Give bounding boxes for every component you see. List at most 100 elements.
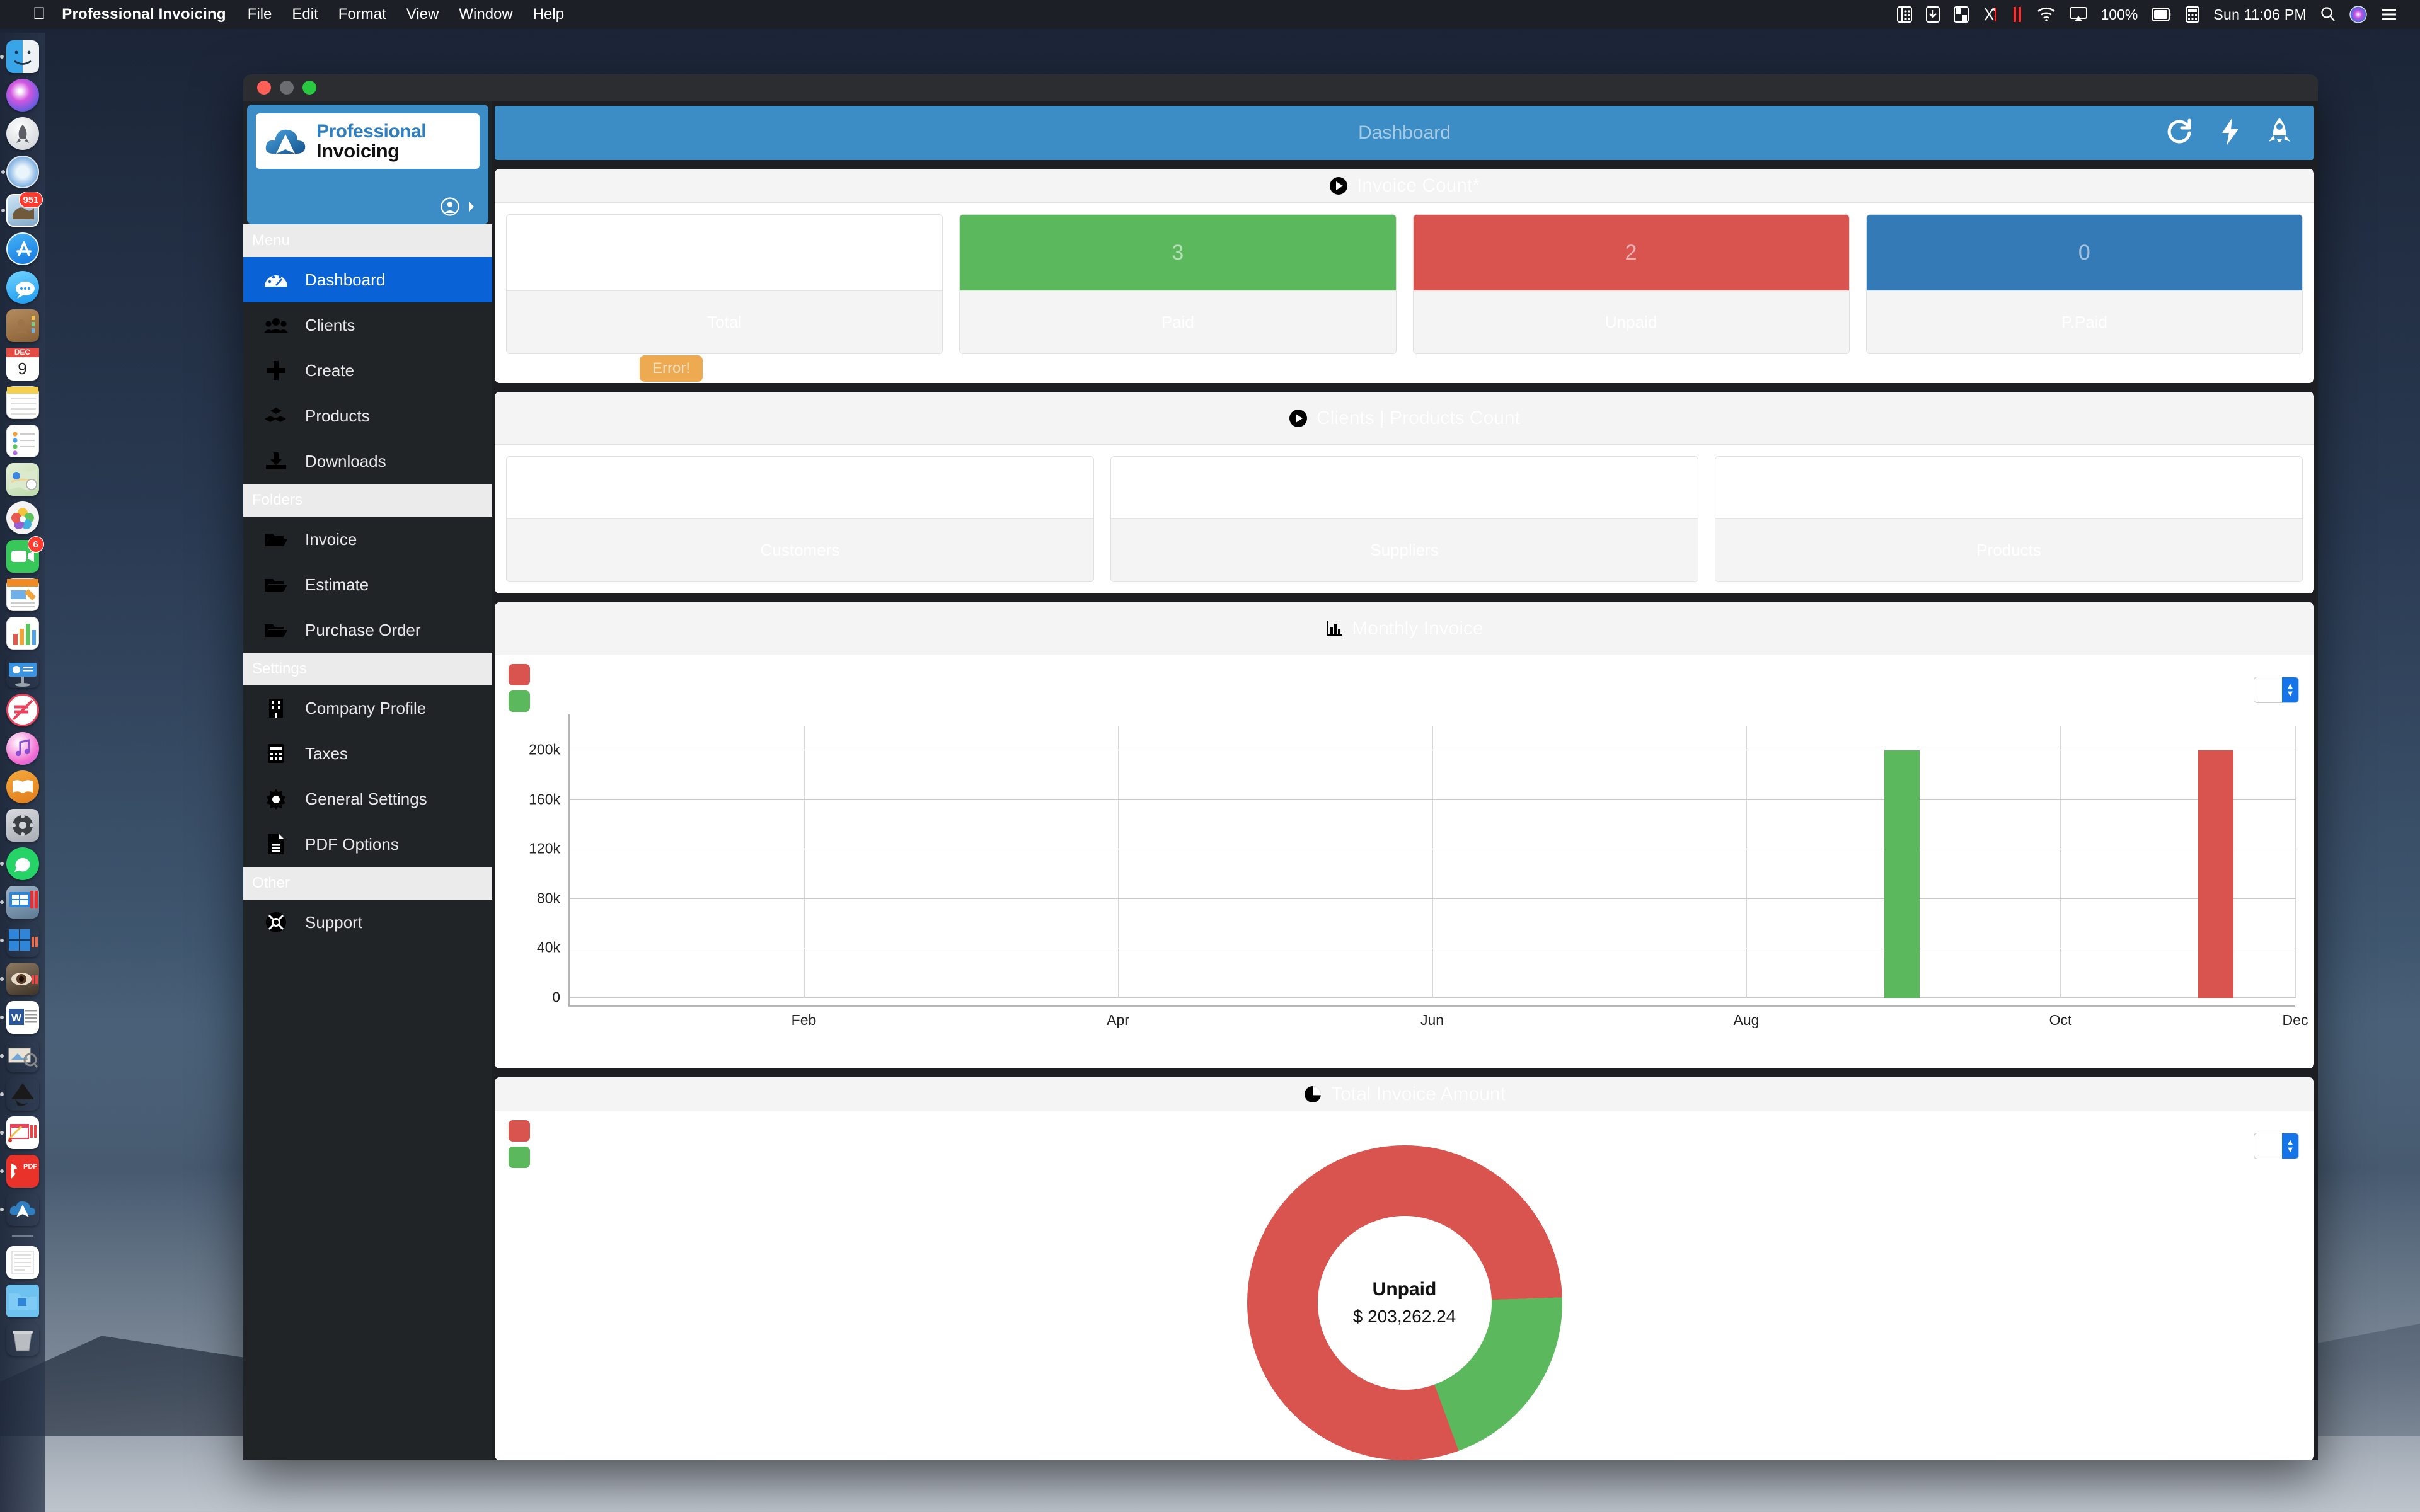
close-button[interactable] — [257, 81, 271, 94]
document-stack-icon[interactable] — [6, 1246, 39, 1279]
pause-icon[interactable] — [2012, 6, 2023, 23]
bar-chart-icon — [1325, 620, 1343, 638]
dashboard-gauge-icon — [262, 267, 290, 292]
photos-icon[interactable] — [6, 501, 39, 534]
legend-swatch-unpaid[interactable] — [509, 664, 530, 685]
professional-invoicing-icon[interactable] — [0, 1193, 39, 1226]
legend-swatch-paid[interactable] — [509, 690, 530, 712]
menubar-clock[interactable]: Sun 11:06 PM — [2213, 6, 2307, 23]
sidebar-item-invoice[interactable]: Invoice — [243, 517, 492, 562]
maps-icon[interactable] — [6, 463, 39, 496]
monthly-invoice-year-selector[interactable]: ▲ ▼ — [2254, 677, 2299, 703]
clients-products-cell-suppliers[interactable]: Suppliers — [1110, 456, 1698, 582]
lightning-bolt-icon[interactable] — [2220, 117, 2241, 150]
menubar-item-view[interactable]: View — [406, 6, 439, 23]
itunes-icon[interactable] — [6, 732, 39, 765]
safari-icon[interactable] — [1, 156, 39, 188]
menubar-app-name[interactable]: Professional Invoicing — [62, 6, 226, 23]
sidebar-item-taxes[interactable]: Taxes — [243, 731, 492, 776]
refresh-icon[interactable] — [2164, 117, 2194, 150]
zoom-button[interactable] — [302, 81, 316, 94]
pdf-reader-icon[interactable]: PDF — [0, 1155, 39, 1188]
windows-icon[interactable] — [0, 924, 39, 957]
sidebar-item-products[interactable]: Products — [243, 393, 492, 438]
menubar-item-help[interactable]: Help — [533, 6, 564, 23]
news-icon[interactable] — [6, 694, 39, 726]
clients-products-value — [507, 457, 1093, 518]
boxes-icon — [262, 403, 290, 428]
keyboard-icon[interactable] — [2186, 6, 2200, 23]
clients-products-cell-customers[interactable]: Customers — [506, 456, 1094, 582]
messages-icon[interactable] — [6, 271, 39, 304]
battery-icon[interactable] — [2152, 8, 2172, 21]
scissors-icon[interactable] — [1983, 6, 1998, 23]
menubar-item-edit[interactable]: Edit — [292, 6, 318, 23]
sidebar-item-pdf-options[interactable]: PDF Options — [243, 822, 492, 867]
menubar-item-format[interactable]: Format — [338, 6, 386, 23]
sidebar-item-create[interactable]: Create — [243, 348, 492, 393]
menubar-item-window[interactable]: Window — [459, 6, 512, 23]
invoice-count-cell-total[interactable]: Total — [506, 214, 943, 355]
menubar-item-file[interactable]: File — [248, 6, 272, 23]
sidebar-item-clients[interactable]: Clients — [243, 302, 492, 348]
bar-paid-sep[interactable] — [1884, 750, 1920, 998]
account-circle-icon[interactable] — [441, 197, 459, 219]
eye-app-icon[interactable] — [0, 963, 39, 995]
error-badge[interactable]: Error! — [640, 355, 703, 382]
brand-user-row[interactable] — [256, 197, 480, 219]
airplay-icon[interactable] — [2069, 7, 2087, 22]
sidebar-item-general-settings[interactable]: General Settings — [243, 776, 492, 822]
launchpad-icon[interactable] — [6, 117, 39, 150]
inkscape-icon[interactable] — [0, 1078, 39, 1111]
clients-products-cell-products[interactable]: Products — [1715, 456, 2303, 582]
stepper-arrows-icon[interactable]: ▲ ▼ — [2282, 677, 2298, 702]
facetime-badge: 6 — [27, 536, 44, 553]
calendar-icon[interactable]: DEC 9 — [6, 348, 39, 381]
pages-icon[interactable] — [6, 578, 39, 611]
notes-icon[interactable] — [6, 386, 39, 419]
reminders-icon[interactable] — [6, 425, 39, 457]
preview-icon[interactable] — [0, 1040, 39, 1072]
calendar-grid-icon[interactable] — [1896, 6, 1912, 23]
wifi-icon[interactable] — [2037, 7, 2056, 22]
keynote-icon[interactable] — [6, 655, 39, 688]
ibooks-icon[interactable] — [6, 770, 39, 803]
invoice-count-cell-paid[interactable]: 3 Paid — [959, 214, 1397, 355]
finder-icon[interactable] — [0, 40, 39, 73]
contacts-icon[interactable] — [6, 309, 39, 342]
numbers-icon[interactable] — [6, 617, 39, 650]
bar-unpaid-nov[interactable] — [2198, 750, 2233, 998]
sidebar-item-downloads[interactable]: Downloads — [243, 438, 492, 484]
search-icon[interactable] — [2320, 6, 2336, 23]
invoice-count-cell-ppaid[interactable]: 0 P.Paid — [1865, 214, 2303, 355]
parallels-desktop-icon[interactable] — [0, 886, 39, 919]
window-split-icon[interactable] — [1953, 6, 1969, 23]
app-store-icon[interactable] — [6, 232, 39, 265]
apple-logo-icon[interactable]:  — [33, 4, 45, 22]
planner-icon[interactable] — [0, 1116, 39, 1149]
sidebar-item-company-profile[interactable]: Company Profile — [243, 685, 492, 731]
whatsapp-icon[interactable] — [0, 847, 39, 880]
sidebar-item-estimate[interactable]: Estimate — [243, 562, 492, 607]
control-center-icon[interactable] — [2381, 7, 2397, 22]
mail-icon[interactable]: 951 — [1, 192, 43, 227]
donut-chart[interactable]: Unpaid $ 203,262.24 — [1247, 1145, 1562, 1460]
invoice-count-label: P.Paid — [1866, 290, 2302, 354]
windows-folder-icon[interactable] — [6, 1285, 39, 1317]
download-box-icon[interactable] — [1925, 6, 1940, 23]
sidebar-item-purchase-order[interactable]: Purchase Order — [243, 607, 492, 653]
minimize-button[interactable] — [280, 81, 294, 94]
siri-icon[interactable] — [6, 79, 39, 112]
invoice-count-cell-unpaid[interactable]: 2 Unpaid — [1412, 214, 1850, 355]
siri-icon[interactable] — [2349, 6, 2367, 23]
monthly-invoice-header: Monthly Invoice — [495, 602, 2314, 655]
sidebar-item-support[interactable]: Support — [243, 900, 492, 945]
facetime-icon[interactable]: 6 — [6, 536, 44, 573]
system-preferences-icon[interactable] — [6, 809, 39, 842]
running-indicator — [0, 1169, 4, 1173]
rocket-icon[interactable] — [2266, 117, 2293, 150]
word-icon[interactable]: W — [0, 1001, 39, 1034]
trash-icon[interactable] — [6, 1323, 39, 1356]
chevron-right-icon[interactable] — [467, 200, 476, 216]
sidebar-item-dashboard[interactable]: Dashboard — [243, 257, 492, 302]
